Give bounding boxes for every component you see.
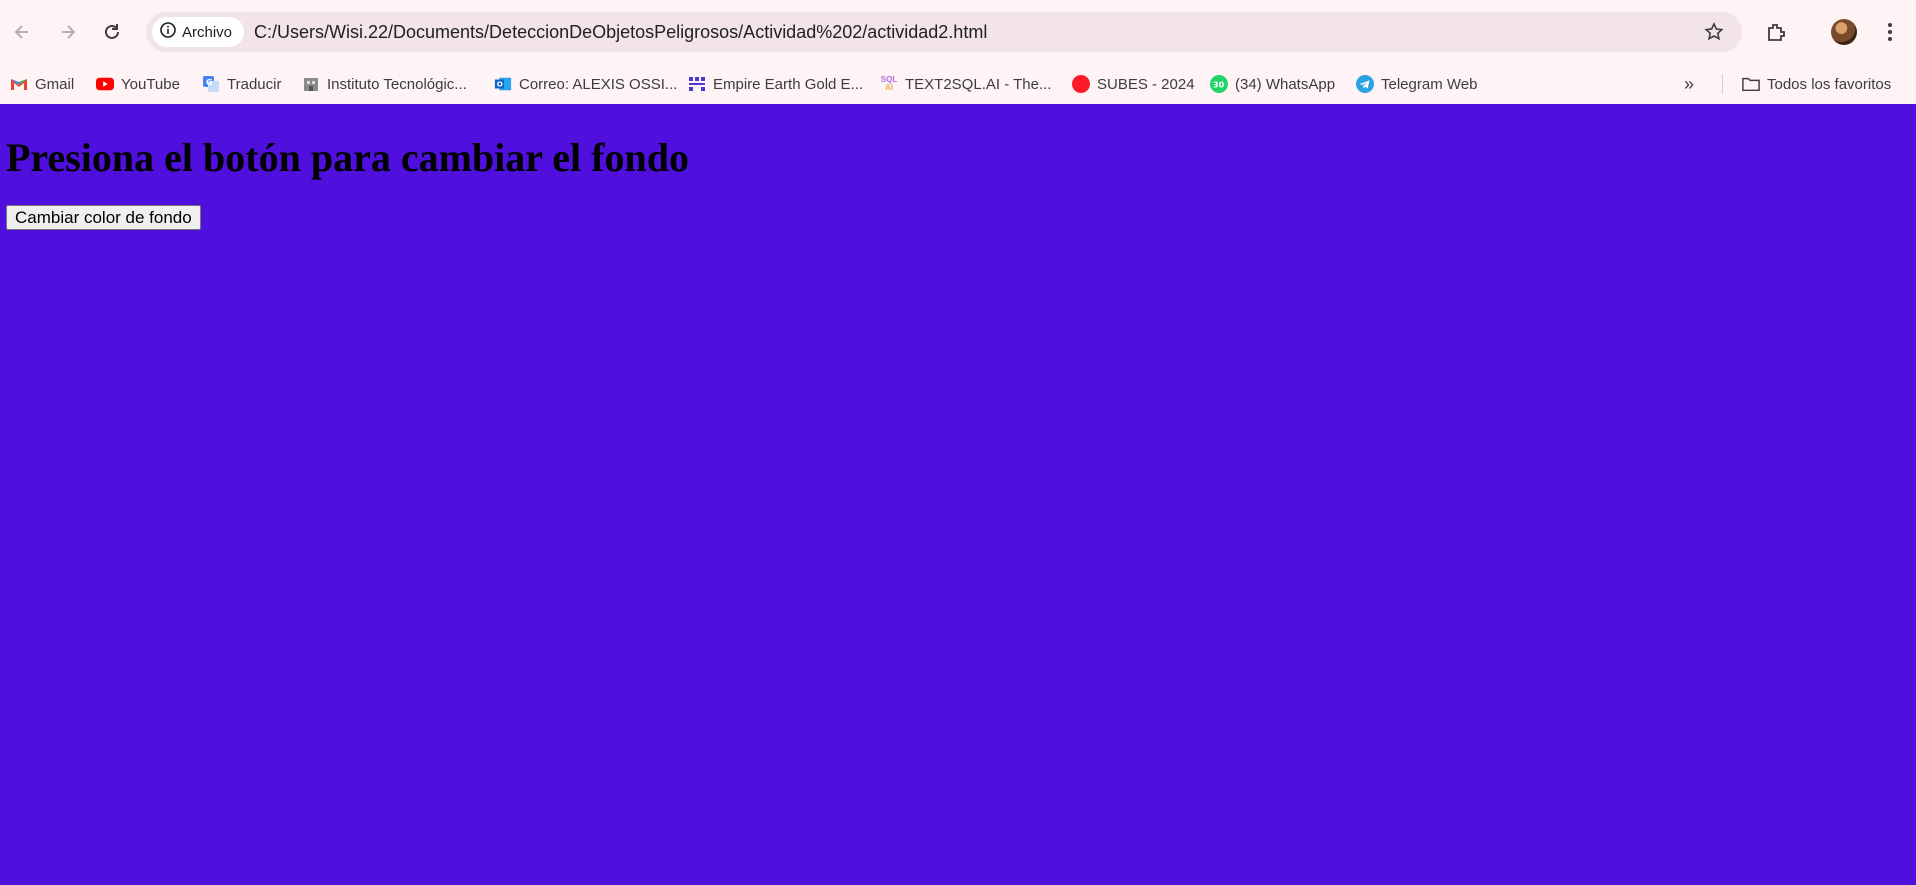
bookmark-subes[interactable]: SUBES - 2024 [1072, 72, 1195, 96]
page-heading: Presiona el botón para cambiar el fondo [6, 135, 689, 180]
telegram-icon [1356, 75, 1374, 93]
folder-icon [1742, 75, 1760, 93]
reload-icon[interactable] [94, 14, 130, 50]
youtube-icon [96, 75, 114, 93]
bookmark-label: Correo: ALEXIS OSSI... [519, 75, 678, 93]
kebab-menu-icon[interactable] [1872, 14, 1908, 50]
bookmark-text2sql[interactable]: SQL AI TEXT2SQL.AI - The... [880, 72, 1052, 96]
bookmark-label: YouTube [121, 75, 180, 93]
whatsapp-icon: 30 [1210, 75, 1228, 93]
info-icon [160, 22, 176, 42]
bookmark-label: (34) WhatsApp [1235, 75, 1336, 93]
bookmarks-divider [1722, 74, 1723, 94]
institute-icon [302, 75, 320, 93]
outlook-icon: O [494, 75, 512, 93]
bookmark-translate[interactable]: G Traducir [202, 72, 281, 96]
bookmark-whatsapp[interactable]: 30 (34) WhatsApp [1210, 72, 1335, 96]
svg-text:30: 30 [1213, 81, 1225, 90]
bookmark-correo[interactable]: O Correo: ALEXIS OSSI... [494, 72, 677, 96]
bookmark-label: Gmail [35, 75, 75, 93]
text2sql-icon: SQL AI [880, 75, 898, 92]
change-background-button[interactable]: Cambiar color de fondo [6, 205, 201, 230]
site-info-chip[interactable]: Archivo [152, 17, 245, 47]
bookmark-gmail[interactable]: Gmail [10, 72, 74, 96]
page-content: Presiona el botón para cambiar el fondo … [0, 104, 1916, 885]
bookmark-instituto[interactable]: Instituto Tecnológic... [302, 72, 467, 96]
back-icon[interactable] [4, 14, 40, 50]
svg-text:G: G [206, 78, 213, 87]
bookmark-label: Traducir [227, 75, 282, 93]
browser-chrome: Archivo C:/Users/Wisi.22/Documents/Detec… [0, 0, 1916, 104]
bookmark-empire[interactable]: Empire Earth Gold E... [688, 72, 863, 96]
forward-icon[interactable] [50, 14, 86, 50]
empire-icon [688, 75, 706, 93]
bookmark-youtube[interactable]: YouTube [96, 72, 180, 96]
bookmark-label: SUBES - 2024 [1097, 75, 1195, 93]
bookmarks-overflow-icon[interactable]: » [1684, 72, 1694, 96]
bookmark-label: Empire Earth Gold E... [713, 75, 864, 93]
all-favorites-folder[interactable]: Todos los favoritos [1742, 72, 1891, 96]
toolbar: Archivo C:/Users/Wisi.22/Documents/Detec… [0, 0, 1916, 64]
extensions-icon[interactable] [1758, 14, 1794, 50]
all-favorites-label: Todos los favoritos [1767, 75, 1892, 93]
bookmark-label: TEXT2SQL.AI - The... [905, 75, 1052, 93]
site-info-label: Archivo [182, 23, 233, 41]
bookmarks-bar: Gmail YouTube G Traducir Instituto Tecno… [0, 64, 1916, 104]
bookmark-label: Instituto Tecnológic... [327, 75, 467, 93]
gmail-icon [10, 75, 28, 93]
bookmark-telegram[interactable]: Telegram Web [1356, 72, 1477, 96]
url-text[interactable]: C:/Users/Wisi.22/Documents/DeteccionDeOb… [254, 12, 987, 52]
avatar[interactable] [1826, 14, 1862, 50]
translate-icon: G [202, 75, 220, 93]
subes-icon [1072, 75, 1090, 93]
bookmark-label: Telegram Web [1381, 75, 1478, 93]
address-bar[interactable]: Archivo C:/Users/Wisi.22/Documents/Detec… [146, 12, 1742, 52]
svg-text:O: O [497, 80, 503, 89]
star-icon[interactable] [1702, 20, 1726, 44]
